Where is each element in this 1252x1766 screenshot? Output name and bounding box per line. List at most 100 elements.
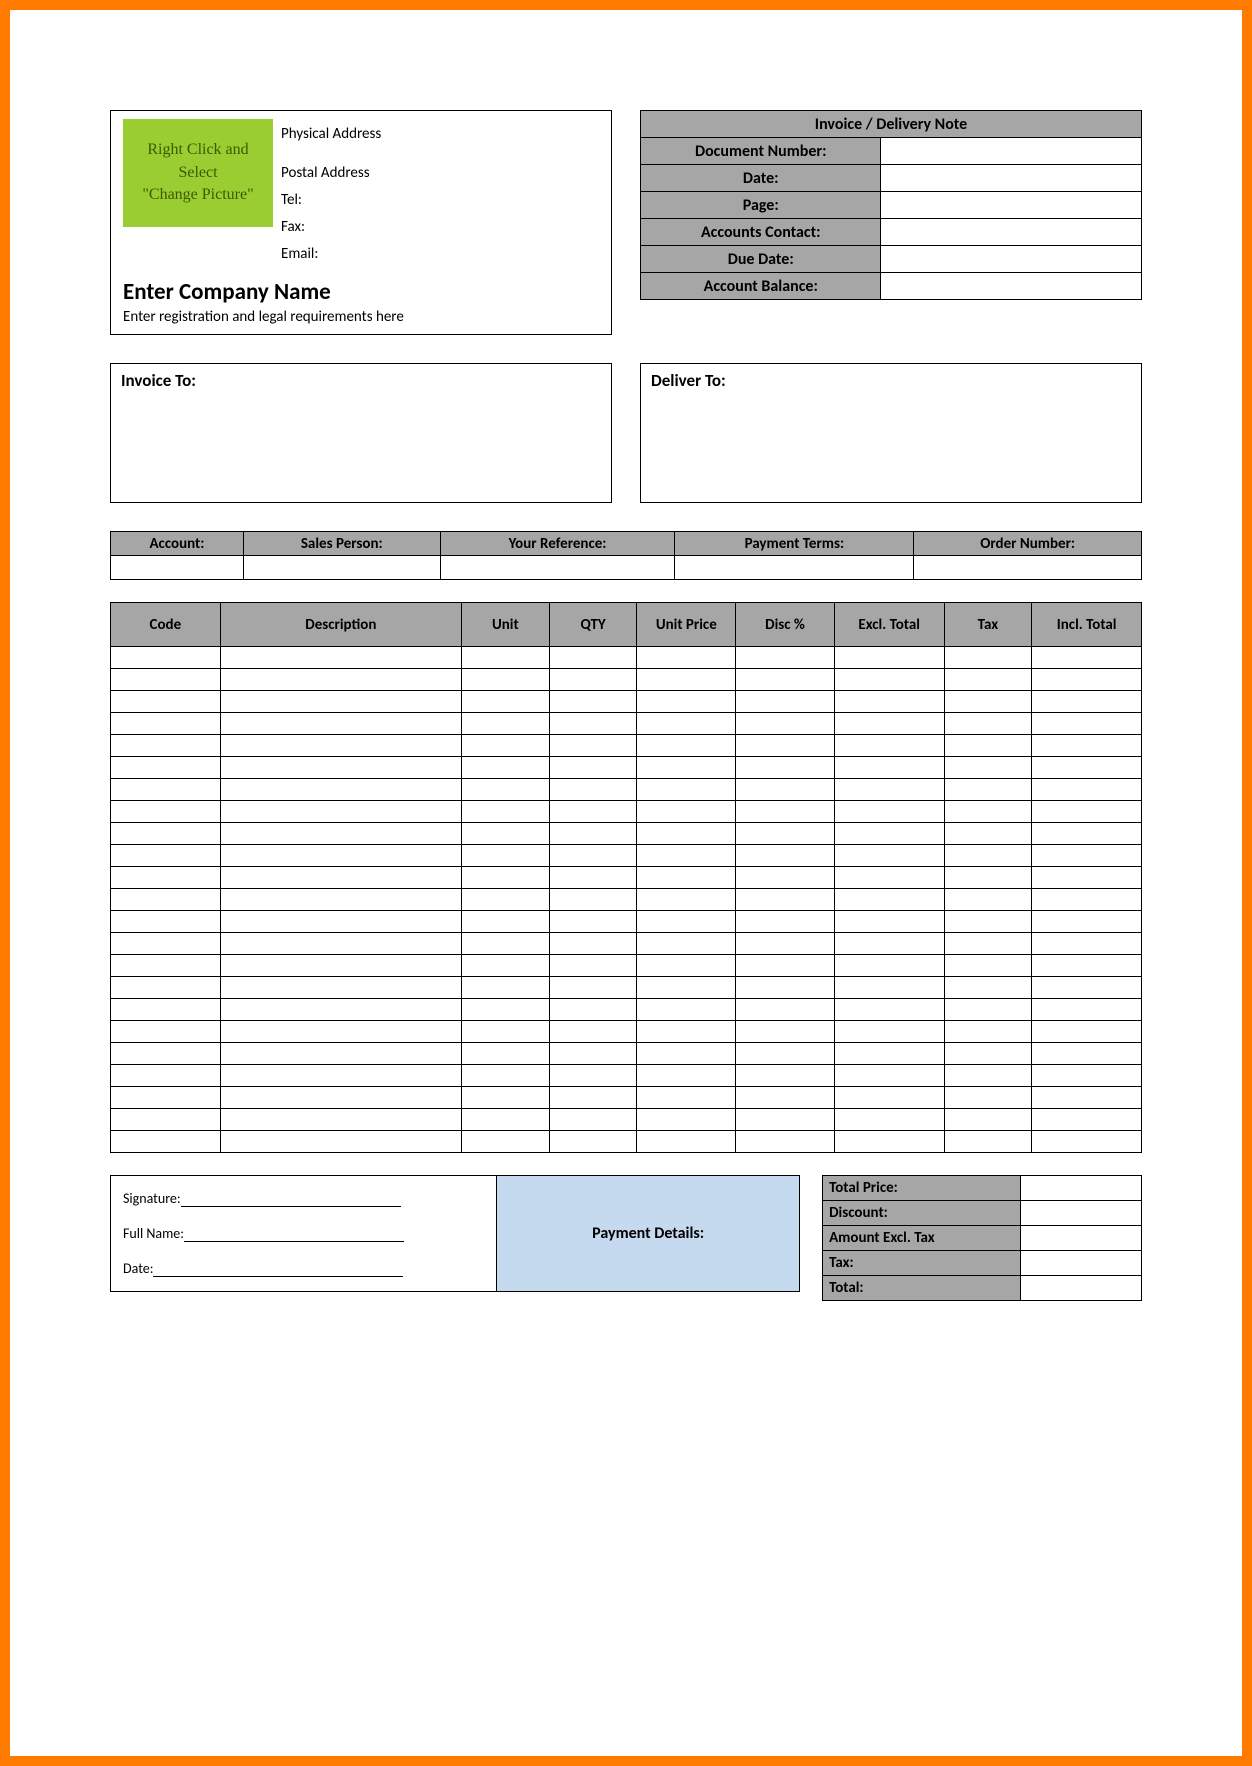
item-cell[interactable] [220,977,461,999]
item-cell[interactable] [220,933,461,955]
tax-total-value[interactable] [1020,1251,1141,1276]
item-cell[interactable] [461,1043,549,1065]
item-cell[interactable] [111,823,221,845]
item-cell[interactable] [944,955,1032,977]
item-cell[interactable] [1032,779,1142,801]
item-cell[interactable] [1032,1043,1142,1065]
item-cell[interactable] [549,801,637,823]
item-cell[interactable] [637,1065,736,1087]
item-cell[interactable] [637,933,736,955]
item-cell[interactable] [111,955,221,977]
item-cell[interactable] [1032,801,1142,823]
item-cell[interactable] [549,867,637,889]
item-cell[interactable] [111,1109,221,1131]
item-cell[interactable] [549,713,637,735]
item-cell[interactable] [1032,889,1142,911]
item-cell[interactable] [834,647,944,669]
item-cell[interactable] [549,1043,637,1065]
item-cell[interactable] [834,955,944,977]
item-cell[interactable] [111,1087,221,1109]
item-cell[interactable] [944,1043,1032,1065]
due-date-value[interactable] [881,246,1142,273]
item-cell[interactable] [461,713,549,735]
item-cell[interactable] [461,977,549,999]
item-cell[interactable] [834,911,944,933]
item-cell[interactable] [461,1109,549,1131]
item-cell[interactable] [220,757,461,779]
item-cell[interactable] [944,977,1032,999]
doc-number-value[interactable] [881,138,1142,165]
item-cell[interactable] [220,779,461,801]
item-cell[interactable] [736,647,835,669]
item-cell[interactable] [1032,713,1142,735]
item-cell[interactable] [111,911,221,933]
item-cell[interactable] [1032,1109,1142,1131]
item-cell[interactable] [1032,647,1142,669]
sales-person-value[interactable] [243,556,440,580]
item-cell[interactable] [111,735,221,757]
item-cell[interactable] [637,889,736,911]
item-cell[interactable] [834,845,944,867]
item-cell[interactable] [637,801,736,823]
item-cell[interactable] [1032,933,1142,955]
item-cell[interactable] [111,977,221,999]
item-cell[interactable] [834,1021,944,1043]
item-cell[interactable] [637,1021,736,1043]
item-cell[interactable] [549,823,637,845]
account-value[interactable] [111,556,244,580]
account-balance-value[interactable] [881,273,1142,300]
item-cell[interactable] [1032,1065,1142,1087]
item-cell[interactable] [111,999,221,1021]
item-cell[interactable] [834,889,944,911]
item-cell[interactable] [736,911,835,933]
item-cell[interactable] [637,669,736,691]
page-value[interactable] [881,192,1142,219]
item-cell[interactable] [1032,735,1142,757]
item-cell[interactable] [111,779,221,801]
item-cell[interactable] [111,1065,221,1087]
item-cell[interactable] [461,999,549,1021]
item-cell[interactable] [834,779,944,801]
item-cell[interactable] [637,955,736,977]
item-cell[interactable] [834,757,944,779]
item-cell[interactable] [220,735,461,757]
deliver-to-box[interactable]: Deliver To: [640,363,1142,503]
item-cell[interactable] [834,933,944,955]
discount-value[interactable] [1020,1201,1141,1226]
item-cell[interactable] [834,1109,944,1131]
item-cell[interactable] [637,1087,736,1109]
item-cell[interactable] [1032,1131,1142,1153]
item-cell[interactable] [549,691,637,713]
item-cell[interactable] [736,845,835,867]
item-cell[interactable] [1032,911,1142,933]
registration-line[interactable]: Enter registration and legal requirement… [123,308,599,326]
item-cell[interactable] [736,735,835,757]
date-value[interactable] [881,165,1142,192]
item-cell[interactable] [944,845,1032,867]
item-cell[interactable] [549,1065,637,1087]
order-number-value[interactable] [914,556,1142,580]
item-cell[interactable] [736,1087,835,1109]
item-cell[interactable] [834,1043,944,1065]
total-price-value[interactable] [1020,1176,1141,1201]
item-cell[interactable] [944,1131,1032,1153]
payment-terms-value[interactable] [675,556,914,580]
item-cell[interactable] [637,867,736,889]
item-cell[interactable] [637,691,736,713]
item-cell[interactable] [461,1131,549,1153]
item-cell[interactable] [944,911,1032,933]
item-cell[interactable] [1032,1021,1142,1043]
item-cell[interactable] [220,1131,461,1153]
item-cell[interactable] [111,1131,221,1153]
item-cell[interactable] [220,823,461,845]
fullname-line[interactable] [184,1241,404,1242]
item-cell[interactable] [111,713,221,735]
item-cell[interactable] [111,889,221,911]
item-cell[interactable] [1032,757,1142,779]
sig-date-line[interactable] [153,1276,403,1277]
item-cell[interactable] [111,647,221,669]
item-cell[interactable] [220,713,461,735]
item-cell[interactable] [637,735,736,757]
item-cell[interactable] [111,691,221,713]
item-cell[interactable] [944,999,1032,1021]
